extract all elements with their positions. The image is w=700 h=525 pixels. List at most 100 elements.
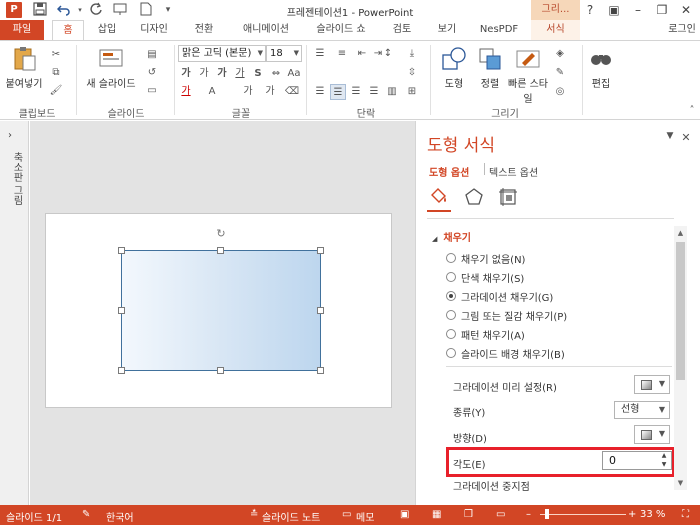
sign-in-link[interactable]: 로그인 bbox=[664, 20, 700, 40]
superscript-icon[interactable]: 가 bbox=[240, 84, 256, 100]
help-button[interactable]: ? bbox=[580, 2, 600, 18]
fill-line-icon[interactable] bbox=[428, 187, 450, 207]
radio-button[interactable] bbox=[446, 348, 456, 358]
reading-view-icon[interactable]: ❒ bbox=[464, 509, 473, 520]
decrease-indent-icon[interactable]: ⇤ bbox=[354, 46, 370, 62]
font-color-icon[interactable]: 가 bbox=[178, 84, 194, 100]
radio-button[interactable] bbox=[446, 253, 456, 263]
resize-handle[interactable] bbox=[217, 247, 224, 254]
tab-slideshow[interactable]: 슬라이드 쇼 bbox=[306, 20, 376, 40]
shrink-font-icon[interactable]: 가 bbox=[196, 66, 212, 82]
layout-icon[interactable]: ▤ bbox=[144, 47, 160, 63]
customize-qat-icon[interactable]: ▾ bbox=[160, 2, 176, 18]
align-right-icon[interactable]: ☰ bbox=[348, 84, 364, 100]
zoom-out-icon[interactable]: – bbox=[526, 509, 531, 520]
line-spacing-icon[interactable]: ↕ bbox=[380, 46, 396, 62]
tab-nespdf[interactable]: NesPDF bbox=[472, 20, 526, 40]
radio-background-fill[interactable]: 슬라이드 배경 채우기(B) bbox=[446, 345, 565, 361]
scroll-up-icon[interactable]: ▲ bbox=[674, 227, 687, 240]
zoom-slider[interactable] bbox=[540, 514, 626, 515]
rotate-handle-icon[interactable]: ↻ bbox=[215, 228, 227, 240]
new-slide-button[interactable]: 새 슬라이드 bbox=[82, 45, 140, 90]
columns-icon[interactable]: ▥ bbox=[384, 84, 400, 100]
language-indicator[interactable]: 한국어 bbox=[106, 509, 134, 524]
zoom-slider-knob[interactable] bbox=[545, 509, 549, 519]
align-text-icon[interactable]: ⇳ bbox=[404, 65, 420, 81]
undo-dropdown-icon[interactable]: ▾ bbox=[72, 2, 88, 18]
powerpoint-app-icon[interactable]: P bbox=[6, 2, 22, 18]
selected-rectangle-shape[interactable] bbox=[121, 250, 321, 371]
minimize-icon[interactable]: – bbox=[628, 2, 648, 18]
strikethrough-icon[interactable]: S bbox=[250, 66, 266, 82]
text-direction-icon[interactable]: ⤓ bbox=[404, 46, 420, 62]
fill-section-header[interactable]: ◢ 채우기 bbox=[432, 229, 471, 244]
ribbon-display-icon[interactable]: ▣ bbox=[604, 2, 624, 18]
gradient-type-select[interactable]: 선형 ▼ bbox=[614, 401, 670, 419]
restore-icon[interactable]: ❐ bbox=[652, 2, 672, 18]
quick-styles-button[interactable]: 빠른 스타일 bbox=[508, 45, 548, 105]
font-size-combo[interactable]: 18 ▼ bbox=[266, 45, 302, 62]
align-center-icon[interactable]: ☰ bbox=[330, 84, 346, 100]
radio-button[interactable] bbox=[446, 329, 456, 339]
zoom-in-icon[interactable]: + bbox=[628, 509, 636, 520]
tab-transitions[interactable]: 전환 bbox=[184, 20, 224, 40]
pane-options-icon[interactable]: ▼ bbox=[663, 131, 677, 141]
comments-icon[interactable]: ▭ bbox=[342, 509, 351, 520]
thumbnails-label[interactable]: 축소판 그림 bbox=[9, 152, 24, 205]
grow-font-icon[interactable]: 가 bbox=[178, 66, 194, 82]
shapes-button[interactable]: 도형 bbox=[436, 45, 472, 90]
paste-button[interactable]: 붙여넣기 bbox=[4, 45, 44, 90]
shape-fill-icon[interactable]: ◈ bbox=[552, 46, 568, 62]
resize-handle[interactable] bbox=[317, 367, 324, 374]
zoom-level[interactable]: 33 % bbox=[640, 509, 665, 520]
section-icon[interactable]: ▭ bbox=[144, 83, 160, 99]
reset-icon[interactable]: ↺ bbox=[144, 65, 160, 81]
pane-close-icon[interactable]: ✕ bbox=[679, 131, 693, 144]
new-file-icon[interactable] bbox=[138, 2, 154, 18]
effects-pentagon-icon[interactable] bbox=[463, 187, 485, 207]
tab-review[interactable]: 검토 bbox=[382, 20, 422, 40]
tab-animations[interactable]: 애니메이션 bbox=[232, 20, 300, 40]
radio-pattern-fill[interactable]: 패턴 채우기(A) bbox=[446, 326, 525, 342]
notes-icon[interactable]: ≛ bbox=[250, 509, 258, 520]
format-painter-icon[interactable]: 🖌 bbox=[48, 83, 64, 99]
resize-handle[interactable] bbox=[118, 247, 125, 254]
pane-scroll-thumb[interactable] bbox=[676, 242, 685, 380]
direction-button[interactable]: ▼ bbox=[634, 425, 670, 444]
radio-button[interactable] bbox=[446, 291, 456, 301]
bold-icon[interactable]: 가 bbox=[214, 66, 230, 82]
scroll-down-icon[interactable]: ▼ bbox=[674, 477, 687, 490]
font-name-combo[interactable]: 맑은 고딕 (본문) ▼ bbox=[178, 45, 266, 62]
presentation-icon[interactable] bbox=[112, 2, 128, 18]
angle-spin-up-icon[interactable]: ▲ bbox=[659, 452, 669, 460]
radio-solid-fill[interactable]: 단색 채우기(S) bbox=[446, 269, 524, 285]
redo-icon[interactable] bbox=[88, 2, 104, 18]
radio-gradient-fill[interactable]: 그라데이션 채우기(G) bbox=[446, 288, 553, 304]
char-spacing-icon[interactable]: ⇔ bbox=[268, 66, 284, 82]
cut-icon[interactable]: ✂ bbox=[48, 47, 64, 63]
shape-outline-icon[interactable]: ✎ bbox=[552, 65, 568, 81]
save-icon[interactable] bbox=[32, 2, 48, 18]
subscript-icon[interactable]: 가 bbox=[262, 84, 278, 100]
gradient-preset-button[interactable]: ▼ bbox=[634, 375, 670, 394]
radio-button[interactable] bbox=[446, 272, 456, 282]
resize-handle[interactable] bbox=[317, 307, 324, 314]
tab-shape-options[interactable]: 도형 옵션 bbox=[429, 164, 469, 179]
radio-button[interactable] bbox=[446, 310, 456, 320]
align-left-icon[interactable]: ☰ bbox=[312, 84, 328, 100]
notes-button[interactable]: 슬라이드 노트 bbox=[262, 509, 320, 524]
numbering-icon[interactable]: ≡ bbox=[334, 46, 350, 62]
bullets-icon[interactable]: ☰ bbox=[312, 46, 328, 62]
resize-handle[interactable] bbox=[118, 307, 125, 314]
fit-slide-icon[interactable]: ⛶ bbox=[682, 509, 689, 520]
size-properties-icon[interactable] bbox=[497, 187, 519, 207]
collapse-ribbon-icon[interactable]: ˄ bbox=[684, 103, 700, 119]
copy-icon[interactable]: ⧉ bbox=[48, 65, 64, 81]
change-case-icon[interactable]: Aa bbox=[286, 66, 302, 82]
tab-design[interactable]: 디자인 bbox=[130, 20, 178, 40]
radio-picture-fill[interactable]: 그림 또는 질감 채우기(P) bbox=[446, 307, 567, 323]
underline-icon[interactable]: 가 bbox=[232, 66, 248, 82]
smartart-icon[interactable]: ⊞ bbox=[404, 84, 420, 100]
close-icon[interactable]: ✕ bbox=[676, 2, 696, 18]
normal-view-icon[interactable]: ▣ bbox=[400, 509, 409, 520]
